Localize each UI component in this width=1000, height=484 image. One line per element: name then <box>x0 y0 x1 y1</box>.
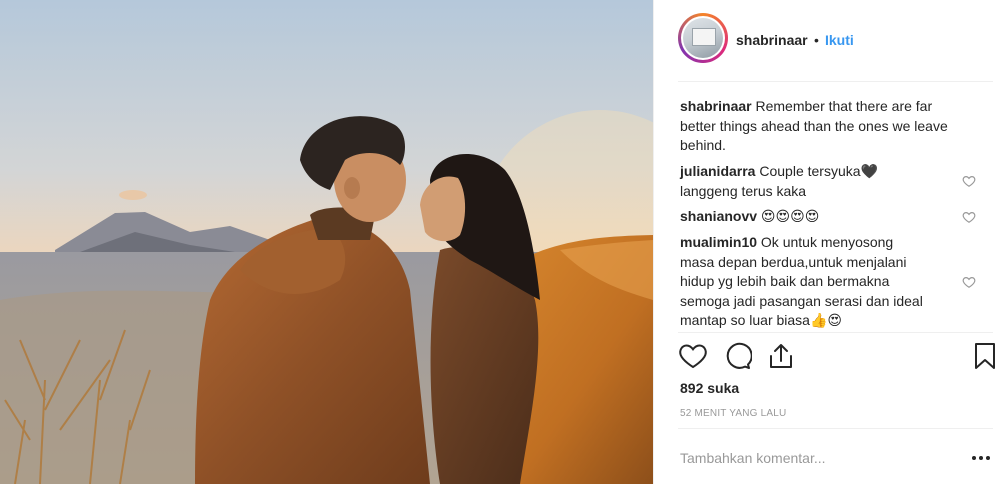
comment-text-line-5: mantap so luar biasa👍😍 <box>680 312 842 328</box>
follow-button[interactable]: Ikuti <box>825 32 854 48</box>
comment-username[interactable]: julianidarra <box>680 163 755 179</box>
comment-text: Couple tersyuka🖤 <box>759 163 878 179</box>
add-comment-input[interactable] <box>680 446 950 470</box>
author-username[interactable]: shabrinaar <box>736 32 808 48</box>
input-divider <box>678 428 993 429</box>
caption-username[interactable]: shabrinaar <box>680 98 752 114</box>
more-options-icon[interactable] <box>972 450 992 466</box>
comment-like-heart-icon[interactable] <box>962 174 976 188</box>
caption: shabrinaar Remember that there are far b… <box>680 97 948 156</box>
action-bar <box>678 341 995 371</box>
heart-icon[interactable] <box>678 341 708 371</box>
caption-text-line-3: behind. <box>680 137 726 153</box>
comment-icon[interactable] <box>722 341 752 371</box>
comment-text-line-3: hidup yg lebih baik dan bermakna <box>680 273 890 289</box>
comment-text-line-2: masa depan berdua,untuk menjalani <box>680 253 907 270</box>
actions-divider <box>678 332 993 333</box>
comment-text: 😍😍😍😍 <box>760 208 820 224</box>
post-details-panel: shabrinaar • Ikuti shabrinaar Remember t… <box>653 0 1000 484</box>
comment-like-heart-icon[interactable] <box>962 210 976 224</box>
caption-text-line-1: Remember that there are far <box>755 98 933 114</box>
comment-username[interactable]: mualimin10 <box>680 234 757 250</box>
comment-like-heart-icon[interactable] <box>962 275 976 289</box>
avatar[interactable] <box>681 16 725 60</box>
post-header: shabrinaar • Ikuti <box>654 0 1000 82</box>
like-count[interactable]: 892 suka <box>680 380 739 396</box>
bookmark-icon[interactable] <box>970 341 1000 371</box>
comment-text: Ok untuk menyosong <box>760 234 894 250</box>
separator-dot: • <box>814 32 819 48</box>
story-ring[interactable] <box>678 13 728 63</box>
share-icon[interactable] <box>766 341 796 371</box>
caption-text-line-2: better things ahead than the ones we lea… <box>680 117 948 134</box>
comment-text-line-4: semoga jadi pasangan serasi dan ideal <box>680 292 923 309</box>
comment-item: julianidarra Couple tersyuka🖤 langgeng t… <box>680 162 878 201</box>
photo-couple-at-sunrise <box>0 0 653 484</box>
comment-item: mualimin10 Ok untuk menyosong masa depan… <box>680 233 923 331</box>
avatar-image <box>683 18 723 58</box>
comment-item: shanianovv 😍😍😍😍 <box>680 207 819 227</box>
comment-text-line-2: langgeng terus kaka <box>680 182 807 199</box>
header-divider <box>678 81 993 82</box>
comment-username[interactable]: shanianovv <box>680 208 757 224</box>
post-timestamp[interactable]: 52 MENIT YANG LALU <box>680 408 786 419</box>
post-photo[interactable] <box>0 0 653 484</box>
